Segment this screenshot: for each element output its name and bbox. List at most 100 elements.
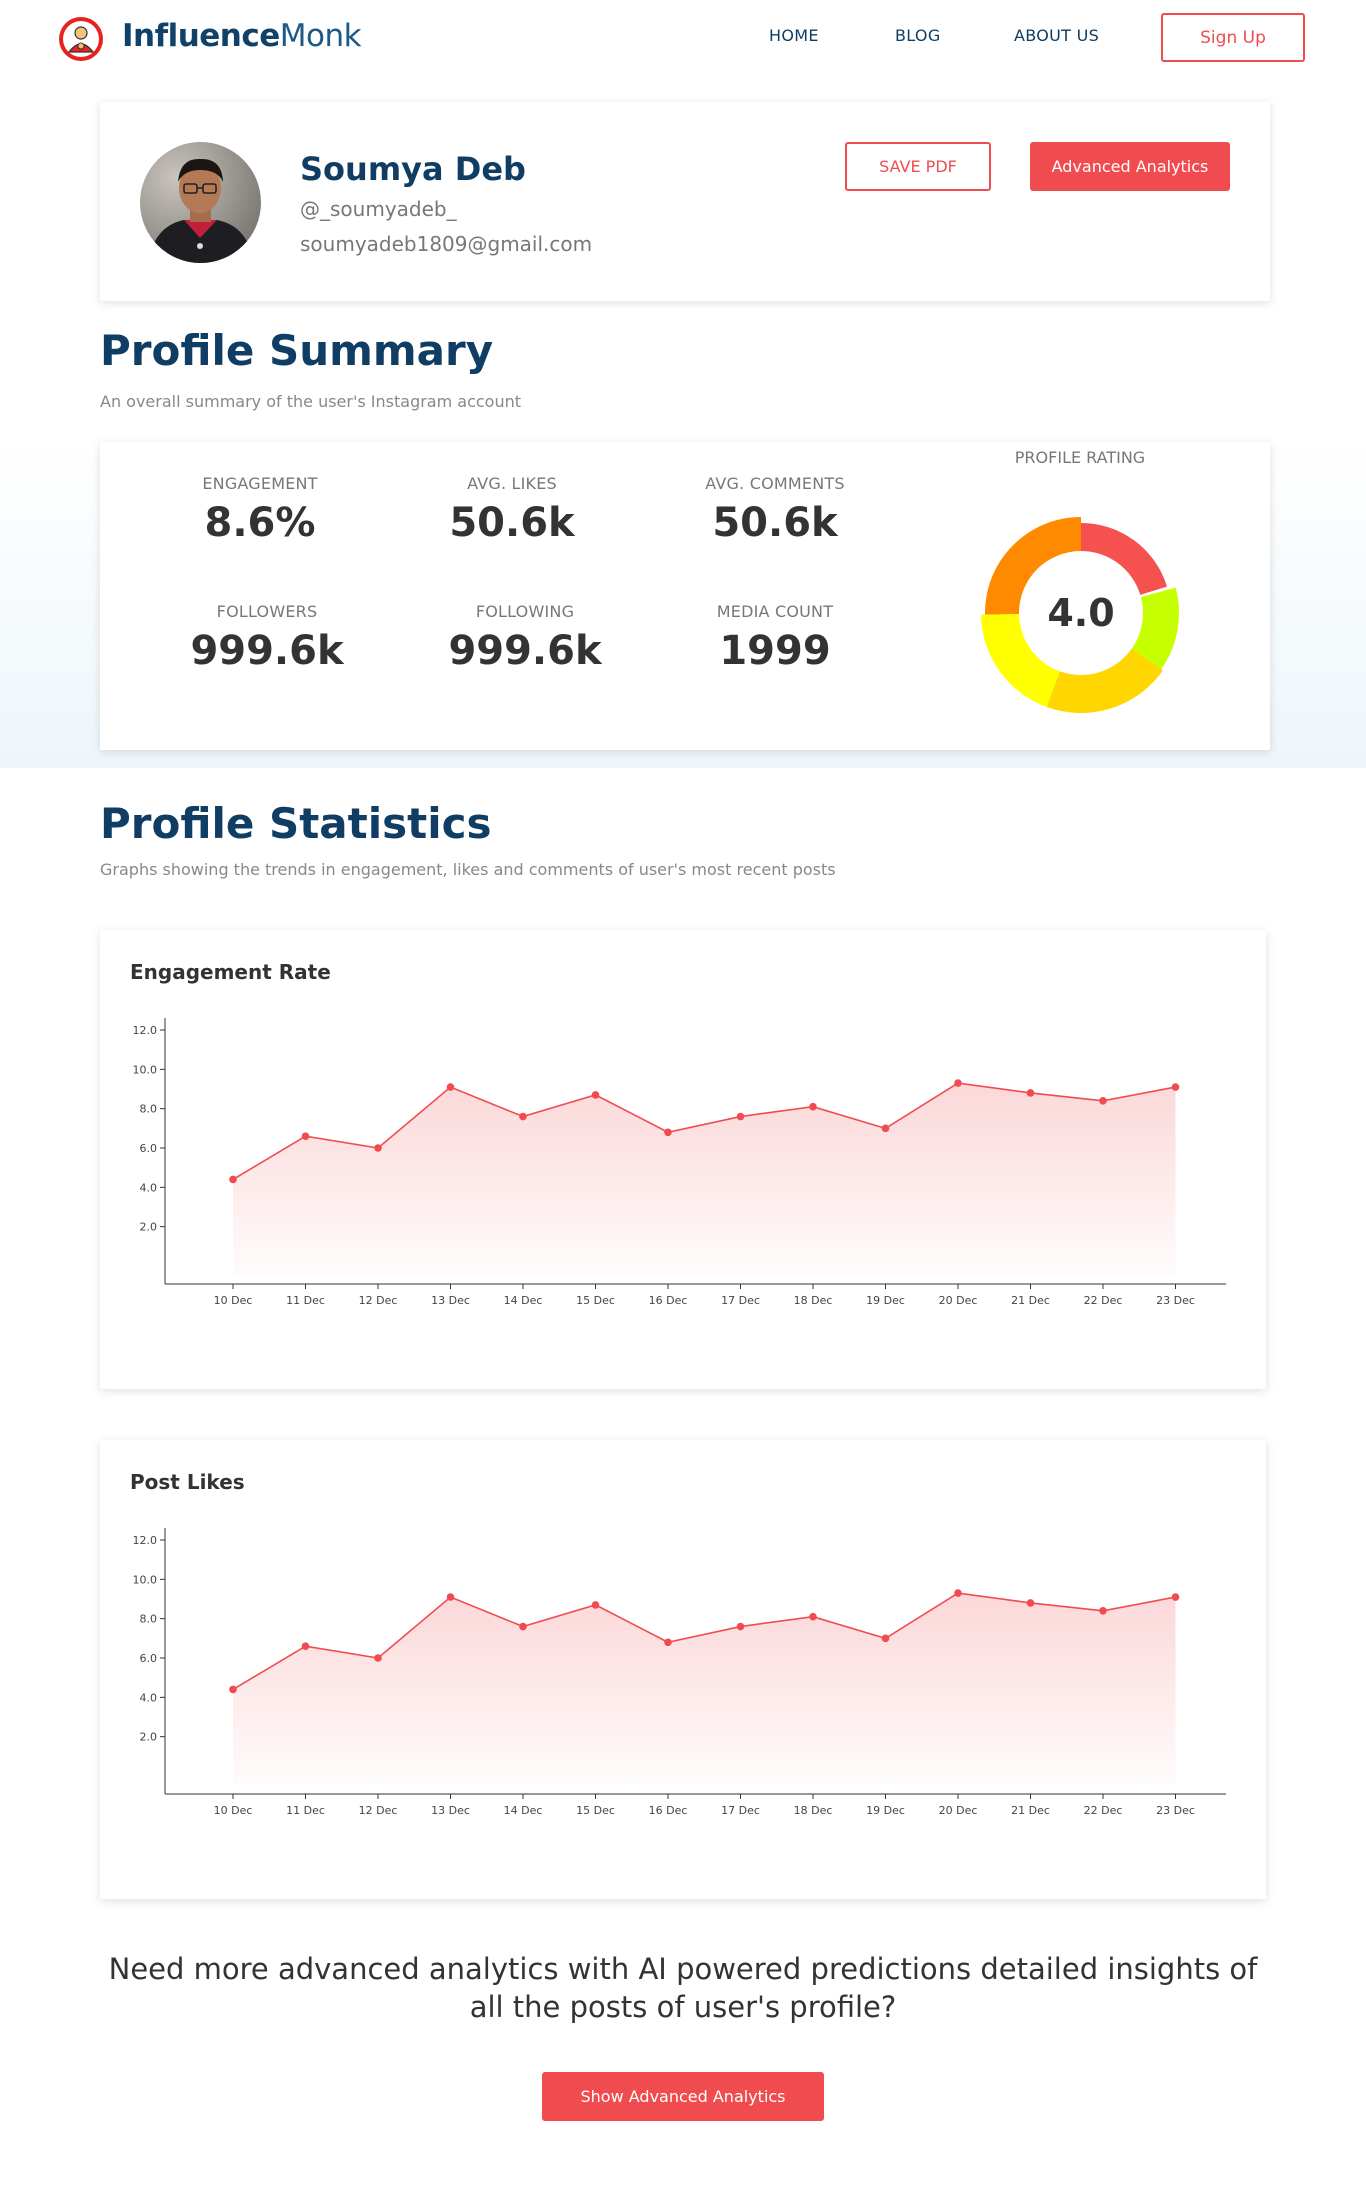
- data-point[interactable]: [809, 1102, 817, 1111]
- y-tick-label: 4.0: [140, 1181, 158, 1194]
- y-tick-label: 6.0: [140, 1652, 158, 1665]
- data-point[interactable]: [591, 1601, 600, 1609]
- x-tick-label: 10 Dec: [214, 1804, 253, 1817]
- data-point[interactable]: [591, 1091, 600, 1099]
- cta-text: Need more advanced analytics with AI pow…: [108, 1952, 1258, 2024]
- x-tick-label: 23 Dec: [1156, 1294, 1195, 1307]
- x-tick-label: 12 Dec: [359, 1294, 398, 1307]
- x-tick-label: 19 Dec: [866, 1294, 905, 1307]
- data-point[interactable]: [1026, 1599, 1035, 1607]
- rating-segment: [1046, 648, 1163, 713]
- data-point[interactable]: [446, 1083, 455, 1091]
- x-tick-label: 16 Dec: [649, 1804, 688, 1817]
- x-tick-label: 20 Dec: [939, 1294, 978, 1307]
- engagement-rate-chart: 2.0 4.0 6.0 8.0 10.0 12.0 10 Dec 11 Dec 12 Dec 13…: [133, 1018, 1226, 1307]
- data-point[interactable]: [954, 1589, 962, 1597]
- likes-chart-card: Post Likes 2.0 4.0 6.0 8.0 10.0 12.0 10 Dec 11 …: [100, 1440, 1266, 1899]
- data-point[interactable]: [1171, 1593, 1180, 1601]
- y-tick-label: 2.0: [140, 1221, 158, 1234]
- y-tick-label: 8.0: [140, 1613, 158, 1626]
- monk-logo-icon[interactable]: [58, 16, 104, 62]
- x-tick-label: 17 Dec: [721, 1804, 760, 1817]
- x-tick-label: 10 Dec: [214, 1294, 253, 1307]
- profile-statistics-subtitle: Graphs showing the trends in engagement,…: [100, 860, 836, 879]
- data-point[interactable]: [736, 1622, 745, 1631]
- data-point[interactable]: [809, 1612, 817, 1621]
- nav-about-us[interactable]: ABOUT US: [1014, 26, 1099, 45]
- data-point[interactable]: [1099, 1097, 1107, 1105]
- data-point[interactable]: [374, 1654, 382, 1662]
- data-point[interactable]: [229, 1685, 237, 1694]
- advanced-analytics-button[interactable]: Advanced Analytics: [1030, 142, 1230, 191]
- data-point[interactable]: [446, 1593, 455, 1601]
- stat-value-avg-comments: 50.6k: [712, 500, 838, 546]
- data-point[interactable]: [1026, 1089, 1035, 1097]
- site-header: InfluenceMonk HOME BLOG ABOUT US Sign Up: [0, 0, 1366, 78]
- data-point[interactable]: [374, 1144, 382, 1152]
- profile-rating-value: 4.0: [1047, 591, 1114, 635]
- y-tick-label: 10.0: [133, 1063, 158, 1076]
- x-tick-label: 12 Dec: [359, 1804, 398, 1817]
- x-tick-label: 14 Dec: [504, 1294, 543, 1307]
- x-tick-label: 20 Dec: [939, 1804, 978, 1817]
- stat-label-followers: FOLLOWERS: [216, 602, 318, 621]
- brand-bold: Influence: [122, 18, 280, 54]
- x-tick-label: 22 Dec: [1084, 1294, 1123, 1307]
- x-tick-label: 16 Dec: [649, 1294, 688, 1307]
- rating-segment: [1081, 523, 1168, 595]
- avatar: [140, 142, 261, 263]
- nav-home[interactable]: HOME: [769, 26, 819, 45]
- x-tick-label: 11 Dec: [286, 1294, 325, 1307]
- x-tick-label: 21 Dec: [1011, 1294, 1050, 1307]
- stat-label-avg-comments: AVG. COMMENTS: [705, 474, 845, 493]
- x-tick-label: 15 Dec: [576, 1804, 615, 1817]
- data-point[interactable]: [519, 1112, 527, 1121]
- profile-email: soumyadeb1809@gmail.com: [300, 232, 593, 256]
- data-point[interactable]: [736, 1112, 745, 1121]
- series-area: [233, 1083, 1176, 1274]
- stat-value-avg-likes: 50.6k: [449, 500, 575, 546]
- data-point[interactable]: [301, 1132, 310, 1140]
- x-tick-label: 22 Dec: [1084, 1804, 1123, 1817]
- x-tick-label: 11 Dec: [286, 1804, 325, 1817]
- data-point[interactable]: [664, 1128, 672, 1137]
- y-tick-label: 10.0: [133, 1573, 158, 1586]
- y-tick-label: 12.0: [133, 1024, 158, 1037]
- data-point[interactable]: [229, 1175, 237, 1184]
- y-tick-label: 4.0: [140, 1691, 158, 1704]
- x-tick-label: 18 Dec: [794, 1804, 833, 1817]
- profile-rating-gauge: 4.0: [981, 517, 1179, 713]
- data-point[interactable]: [881, 1634, 890, 1643]
- stat-value-media-count: 1999: [719, 628, 831, 674]
- y-tick-label: 6.0: [140, 1142, 158, 1155]
- save-pdf-button[interactable]: SAVE PDF: [845, 142, 991, 191]
- data-point[interactable]: [881, 1124, 890, 1133]
- nav-blog[interactable]: BLOG: [895, 26, 941, 45]
- y-tick-label: 2.0: [140, 1731, 158, 1744]
- x-tick-label: 13 Dec: [431, 1294, 470, 1307]
- data-point[interactable]: [1099, 1607, 1107, 1615]
- profile-card: Soumya Deb @_soumyadeb_ soumyadeb1809@gm…: [100, 102, 1270, 301]
- y-tick-label: 12.0: [133, 1534, 158, 1547]
- profile-handle: @_soumyadeb_: [300, 197, 457, 221]
- profile-name: Soumya Deb: [300, 150, 526, 188]
- stat-label-following: FOLLOWING: [475, 602, 575, 621]
- data-point[interactable]: [301, 1642, 310, 1650]
- data-point[interactable]: [664, 1638, 672, 1647]
- x-tick-label: 21 Dec: [1011, 1804, 1050, 1817]
- y-tick-label: 8.0: [140, 1103, 158, 1116]
- profile-rating-label: PROFILE RATING: [1014, 448, 1146, 467]
- brand-light: Monk: [279, 18, 362, 54]
- sign-up-button[interactable]: Sign Up: [1161, 13, 1305, 62]
- engagement-chart-card: Engagement Rate 2.0 4.0 6.0 8.0 10.0 12.0 10 D…: [100, 930, 1266, 1389]
- stat-label-media-count: MEDIA COUNT: [716, 602, 834, 621]
- brand-name[interactable]: InfluenceMonk: [122, 18, 362, 54]
- stat-label-avg-likes: AVG. LIKES: [467, 474, 557, 493]
- data-point[interactable]: [519, 1622, 527, 1631]
- profile-summary-subtitle: An overall summary of the user's Instagr…: [100, 392, 522, 411]
- x-tick-label: 15 Dec: [576, 1294, 615, 1307]
- data-point[interactable]: [1171, 1083, 1180, 1091]
- x-tick-label: 13 Dec: [431, 1804, 470, 1817]
- data-point[interactable]: [954, 1079, 962, 1087]
- show-advanced-analytics-button[interactable]: Show Advanced Analytics: [542, 2072, 824, 2121]
